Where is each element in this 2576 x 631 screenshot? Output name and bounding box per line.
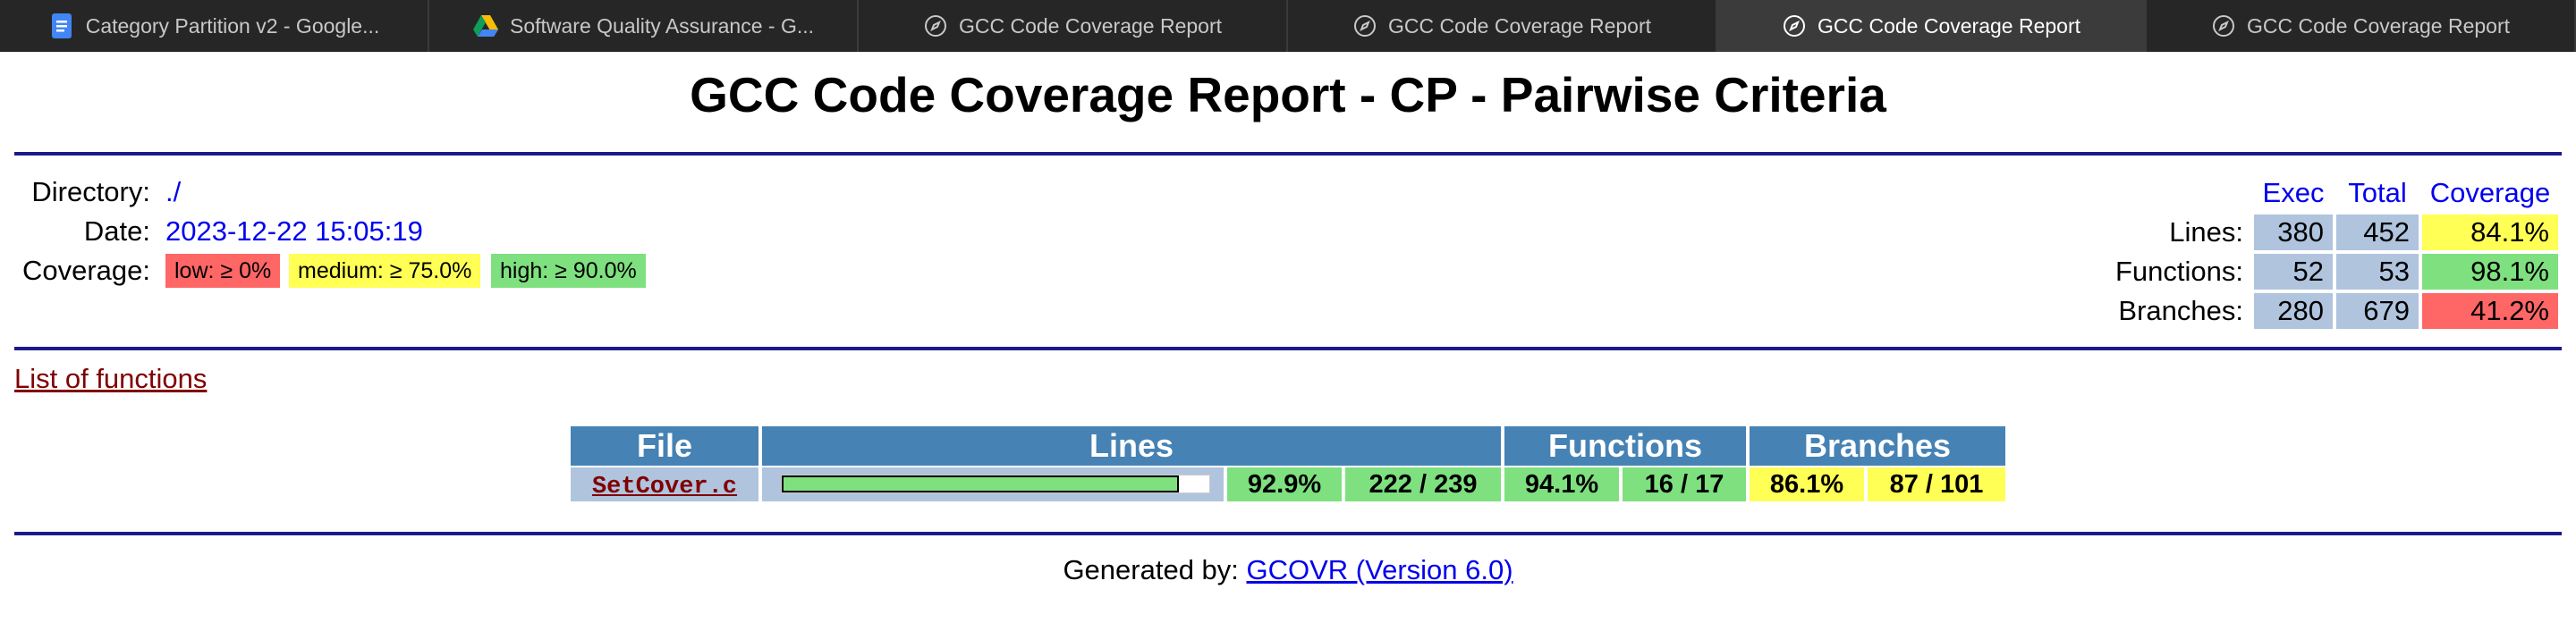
file-link[interactable]: SetCover.c — [592, 474, 737, 501]
legend-high-badge: high: ≥ 90.0% — [491, 254, 646, 288]
tab-title: Category Partition v2 - Google... — [85, 13, 380, 38]
compass-icon — [1782, 13, 1807, 38]
browser-tab-gcc-report-1[interactable]: GCC Code Coverage Report — [859, 0, 1288, 52]
summary-lines-total: 452 — [2336, 215, 2419, 250]
tab-title: GCC Code Coverage Report — [1387, 13, 1652, 38]
browser-tab-category-partition[interactable]: Category Partition v2 - Google... — [0, 0, 429, 52]
gcovr-link[interactable]: GCOVR (Version 6.0) — [1247, 554, 1513, 585]
directory-value: ./ — [165, 176, 182, 207]
summary-lines-coverage: 84.1% — [2422, 215, 2558, 250]
functions-column-header[interactable]: Functions — [1504, 426, 1746, 466]
summary-functions-exec: 52 — [2254, 254, 2333, 290]
summary-branches-label: Branches: — [2118, 295, 2243, 326]
summary-header-exec: Exec — [2262, 177, 2325, 208]
date-value: 2023-12-22 15:05:19 — [165, 215, 423, 247]
tab-title: GCC Code Coverage Report — [1817, 13, 2081, 38]
legend-low-badge: low: ≥ 0% — [165, 254, 281, 288]
functions-percent-cell: 94.1% — [1504, 467, 1619, 501]
summary-functions-label: Functions: — [2114, 256, 2243, 287]
google-drive-icon — [472, 13, 499, 38]
google-docs-icon — [48, 13, 75, 39]
functions-count-cell: 16 / 17 — [1623, 467, 1746, 501]
lines-count-cell: 222 / 239 — [1345, 467, 1501, 501]
tab-title: Software Quality Assurance - G... — [509, 13, 815, 38]
browser-tab-gcc-report-4[interactable]: GCC Code Coverage Report — [2147, 0, 2576, 52]
summary-lines-exec: 380 — [2254, 215, 2333, 250]
summary-header-total: Total — [2348, 177, 2407, 208]
summary-functions-coverage: 98.1% — [2422, 254, 2558, 290]
date-label: Date: — [83, 215, 150, 247]
browser-tab-gcc-report-2[interactable]: GCC Code Coverage Report — [1288, 0, 1717, 52]
summary-branches-coverage: 41.2% — [2422, 293, 2558, 329]
directory-label: Directory: — [31, 176, 150, 207]
legend-medium-badge: medium: ≥ 75.0% — [289, 254, 481, 288]
browser-tab-software-quality[interactable]: Software Quality Assurance - G... — [429, 0, 859, 52]
page-title: GCC Code Coverage Report - CP - Pairwise… — [690, 67, 1886, 122]
list-of-functions-link[interactable]: List of functions — [14, 361, 207, 397]
branches-column-header[interactable]: Branches — [1750, 426, 2005, 466]
footer-prefix: Generated by: — [1063, 554, 1247, 585]
branches-percent-cell: 86.1% — [1750, 467, 1864, 501]
browser-tab-bar: Category Partition v2 - Google... Softwa… — [0, 0, 2576, 52]
summary-branches-exec: 280 — [2254, 293, 2333, 329]
lines-coverage-bar — [781, 475, 1210, 493]
tab-title: GCC Code Coverage Report — [958, 13, 1223, 38]
branches-count-cell: 87 / 101 — [1868, 467, 2005, 501]
lines-percent-cell: 92.9% — [1227, 467, 1342, 501]
compass-icon — [2211, 13, 2236, 38]
compass-icon — [1352, 13, 1377, 38]
compass-icon — [923, 13, 948, 38]
file-cell: SetCover.c — [571, 467, 758, 501]
summary-lines-label: Lines: — [2169, 216, 2243, 248]
summary-header-coverage: Coverage — [2429, 177, 2551, 208]
summary-functions-total: 53 — [2336, 254, 2419, 290]
divider — [14, 347, 2562, 350]
browser-tab-gcc-report-active[interactable]: GCC Code Coverage Report — [1717, 0, 2147, 52]
file-column-header[interactable]: File — [571, 426, 758, 466]
divider — [14, 532, 2562, 535]
divider — [14, 152, 2562, 156]
footer: Generated by: GCOVR (Version 6.0) — [0, 552, 2576, 588]
lines-column-header[interactable]: Lines — [762, 426, 1501, 466]
tab-title: GCC Code Coverage Report — [2246, 13, 2511, 38]
coverage-label: Coverage: — [21, 255, 150, 286]
summary-branches-total: 679 — [2336, 293, 2419, 329]
lines-coverage-bar-fill — [782, 475, 1180, 492]
